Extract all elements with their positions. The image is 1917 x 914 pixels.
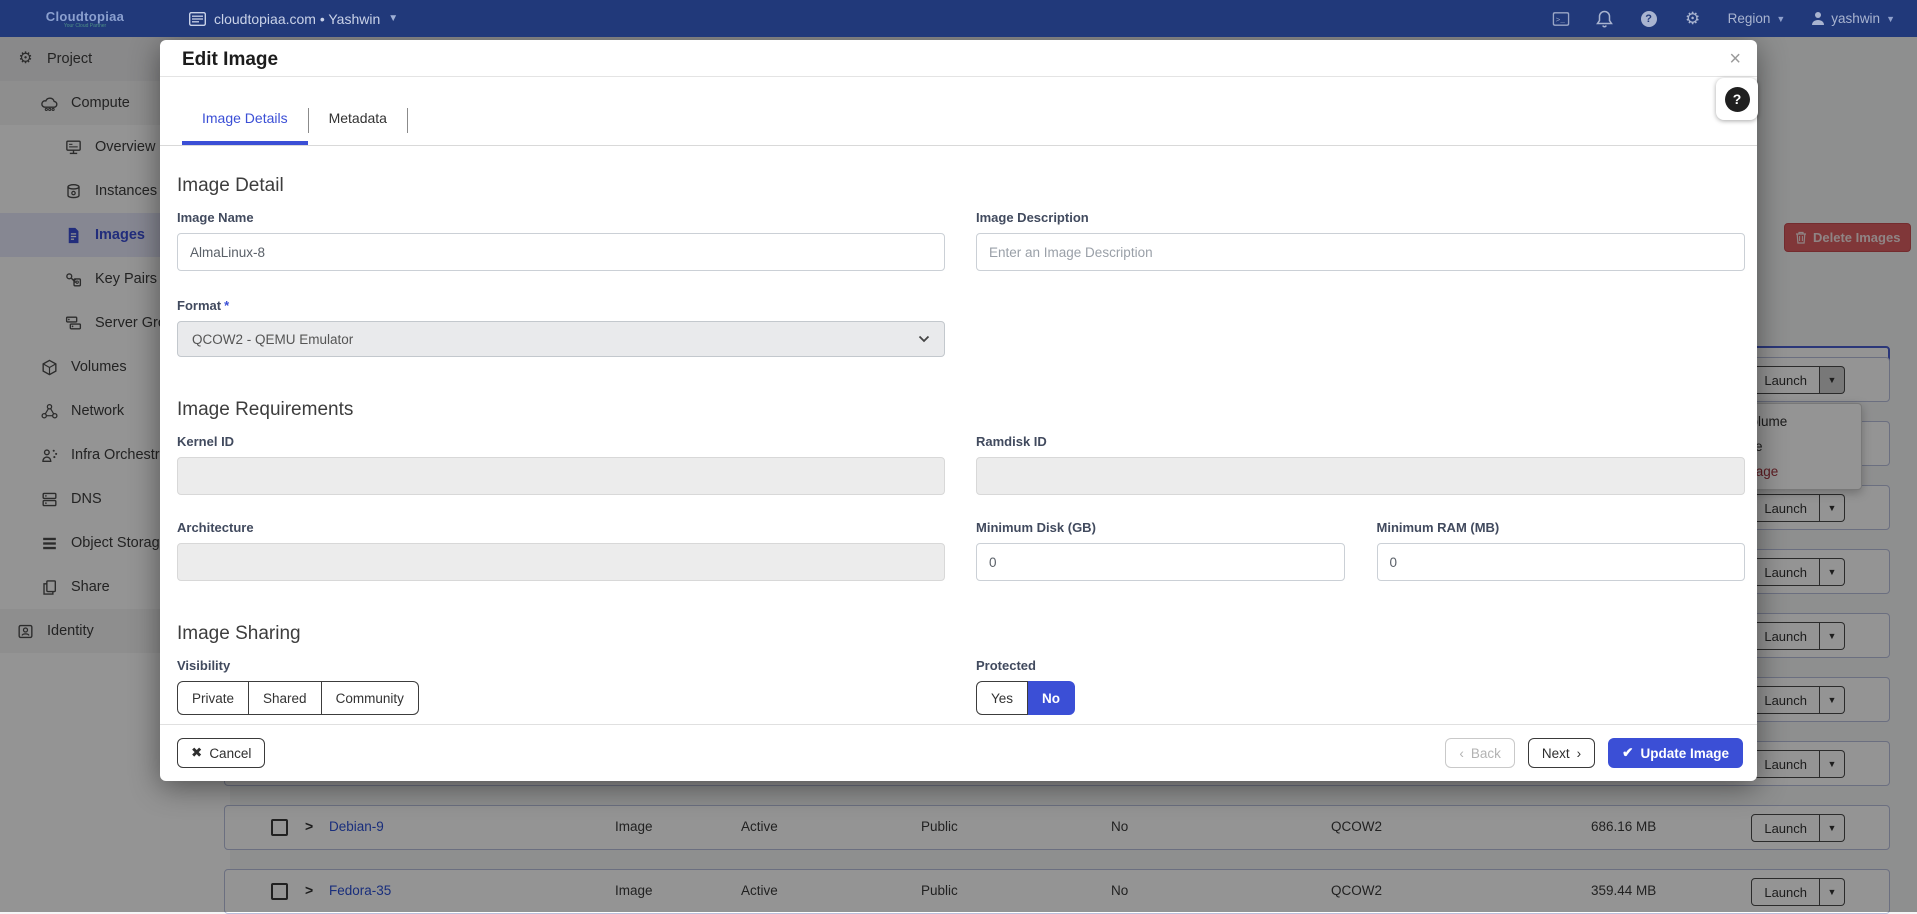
architecture-label: Architecture (177, 520, 945, 535)
visibility-shared-button[interactable]: Shared (249, 681, 322, 715)
next-button[interactable]: Next › (1528, 738, 1595, 768)
brand-logo-tagline: Your Cloud Partner (0, 24, 170, 29)
chevron-down-icon (918, 335, 930, 343)
brand-logo[interactable]: Cloudtopiaa Your Cloud Partner (0, 8, 170, 29)
ramdisk-id-label: Ramdisk ID (976, 434, 1745, 449)
notifications-bell-icon[interactable] (1596, 10, 1614, 28)
check-icon: ✔ (1622, 745, 1633, 761)
protected-label: Protected (976, 658, 1745, 673)
min-ram-label: Minimum RAM (MB) (1377, 520, 1746, 535)
modal-title: Edit Image (182, 49, 278, 70)
tab-separator (407, 108, 408, 133)
modal-tab-bar: Image Details Metadata (160, 98, 1757, 146)
domain-project-switcher[interactable]: cloudtopiaa.com • Yashwin ▼ (188, 10, 398, 28)
image-description-input[interactable] (976, 233, 1745, 271)
back-button[interactable]: ‹ Back (1445, 738, 1515, 768)
user-icon (1811, 11, 1825, 26)
visibility-community-button[interactable]: Community (322, 681, 419, 715)
section-heading-image-sharing: Image Sharing (177, 623, 1745, 645)
chevron-down-icon: ▼ (1886, 14, 1895, 24)
brand-logo-text: Cloudtopiaa (0, 10, 170, 23)
cancel-button[interactable]: ✖ Cancel (177, 738, 265, 768)
modal-header: Edit Image (160, 40, 1757, 77)
console-icon[interactable]: >_ (1552, 10, 1570, 28)
question-mark-icon: ? (1725, 87, 1750, 112)
visibility-toggle-group: Private Shared Community (177, 681, 419, 715)
section-heading-image-detail: Image Detail (177, 175, 1745, 197)
help-fab-button[interactable]: ? (1716, 78, 1758, 120)
top-navbar: Cloudtopiaa Your Cloud Partner cloudtopi… (0, 0, 1917, 37)
min-disk-input[interactable] (976, 543, 1345, 581)
region-selector[interactable]: Region ▼ (1728, 11, 1786, 26)
x-icon: ✖ (191, 745, 202, 761)
protected-no-button[interactable]: No (1028, 681, 1075, 715)
user-menu[interactable]: yashwin ▼ (1811, 11, 1895, 26)
help-icon[interactable]: ? (1640, 10, 1658, 28)
image-name-label: Image Name (177, 210, 945, 225)
section-heading-image-requirements: Image Requirements (177, 399, 1745, 421)
image-description-label: Image Description (976, 210, 1745, 225)
min-ram-input[interactable] (1377, 543, 1746, 581)
architecture-input (177, 543, 945, 581)
protected-yes-button[interactable]: Yes (976, 681, 1028, 715)
breadcrumb: cloudtopiaa.com • Yashwin (214, 11, 380, 27)
close-icon[interactable]: × (1729, 48, 1741, 71)
protected-toggle-group: Yes No (976, 681, 1075, 715)
svg-text:>_: >_ (1555, 16, 1565, 24)
required-asterisk: * (224, 298, 229, 313)
tab-image-details[interactable]: Image Details (182, 98, 308, 145)
image-name-input[interactable] (177, 233, 945, 271)
ramdisk-id-input (976, 457, 1745, 495)
settings-gear-icon[interactable]: ⚙ (1684, 10, 1702, 28)
update-image-button[interactable]: ✔ Update Image (1608, 738, 1743, 768)
visibility-private-button[interactable]: Private (177, 681, 249, 715)
modal-footer: ✖ Cancel ‹ Back Next › ✔ Update Image (160, 724, 1757, 781)
kernel-id-input (177, 457, 945, 495)
chevron-left-icon: ‹ (1459, 746, 1464, 761)
chevron-down-icon: ▼ (1776, 14, 1785, 24)
edit-image-modal: × Edit Image Image Details Metadata Imag… (160, 40, 1757, 781)
chevron-right-icon: › (1577, 746, 1582, 761)
domain-icon (188, 10, 206, 28)
format-select[interactable]: QCOW2 - QEMU Emulator (177, 321, 945, 357)
visibility-label: Visibility (177, 658, 945, 673)
kernel-id-label: Kernel ID (177, 434, 945, 449)
tab-metadata[interactable]: Metadata (309, 98, 407, 145)
chevron-down-icon: ▼ (388, 13, 398, 24)
format-label: Format* (177, 298, 945, 313)
min-disk-label: Minimum Disk (GB) (976, 520, 1345, 535)
